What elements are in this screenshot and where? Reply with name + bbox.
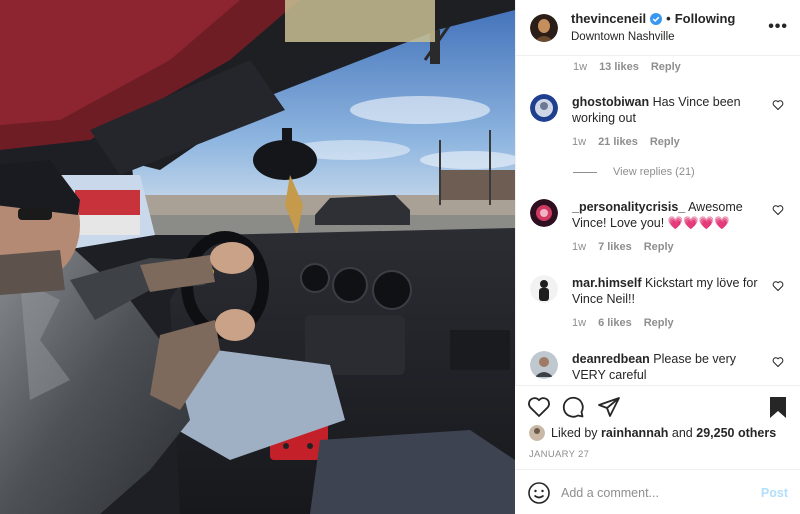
comment-time: 1w [572, 241, 587, 253]
comment-username[interactable]: deanredbean [572, 352, 650, 366]
add-comment-bar: Post [515, 469, 800, 514]
view-replies-line [573, 171, 597, 173]
comment-avatar[interactable] [530, 199, 558, 227]
photo-car-interior [0, 0, 515, 514]
comment-username[interactable]: mar.himself [572, 276, 641, 290]
more-options-icon[interactable]: ••• [768, 18, 788, 36]
comment-avatar[interactable] [530, 275, 558, 303]
post-header: thevinceneil • Following Downtown Nashvi… [516, 0, 800, 56]
liked-by-others[interactable]: 29,250 others [696, 426, 776, 440]
emoji-picker-icon[interactable] [527, 481, 551, 505]
comment-avatar[interactable] [530, 351, 558, 379]
add-comment-input[interactable] [561, 485, 741, 500]
comment-likes[interactable]: 13 likes [599, 61, 639, 73]
comment-likes[interactable]: 21 likes [598, 136, 638, 148]
comment-meta: 1w 6 likes Reply [572, 317, 772, 329]
post-actions-section: Liked by rainhannah and 29,250 others JA… [515, 385, 800, 514]
author-avatar[interactable] [530, 13, 558, 42]
comment-likes[interactable]: 7 likes [598, 241, 632, 253]
header-separator: • [666, 10, 671, 26]
comment-username[interactable]: _personalitycrisis_ [572, 200, 685, 214]
view-replies-button[interactable]: View replies (21) [573, 166, 695, 178]
comment-like-heart-icon[interactable] [772, 203, 784, 216]
comment-bubble-icon[interactable] [561, 395, 585, 419]
comment-meta: 1w 21 likes Reply [572, 136, 772, 148]
comment-username[interactable]: ghostobiwan [572, 95, 649, 109]
share-send-icon[interactable] [597, 395, 621, 419]
liked-by-user[interactable]: rainhannah [601, 426, 668, 440]
liked-by-prefix: Liked by [551, 426, 598, 440]
liker-avatar[interactable] [529, 425, 545, 441]
likes-summary: Liked by rainhannah and 29,250 others [529, 425, 776, 441]
comment-like-heart-icon[interactable] [772, 355, 784, 368]
comment-time: 1w [572, 317, 587, 329]
comment-reply-button[interactable]: Reply [644, 241, 674, 253]
post-location[interactable]: Downtown Nashville [571, 29, 735, 45]
comment-like-heart-icon[interactable] [772, 98, 784, 111]
comment-time: 1w [572, 136, 587, 148]
comment-item: ghostobiwan Has Vince been working out 1… [530, 94, 786, 148]
like-heart-icon[interactable] [527, 395, 551, 419]
post-photo[interactable] [0, 0, 515, 514]
liked-by-and: and [671, 426, 693, 440]
comment-reply-button[interactable]: Reply [651, 61, 681, 73]
comment-item: mar.himself Kickstart my löve for Vince … [530, 275, 786, 329]
comment-item: _personalitycrisis_ Awesome Vince! Love … [530, 199, 786, 253]
comment-meta: 1w 13 likes Reply [573, 61, 681, 73]
comment-like-heart-icon[interactable] [772, 279, 784, 292]
comment-meta: 1w 7 likes Reply [572, 241, 772, 253]
verified-badge-icon [650, 12, 663, 25]
view-replies-label[interactable]: View replies (21) [613, 166, 695, 178]
post-comment-button[interactable]: Post [761, 486, 788, 500]
comment-reply-button[interactable]: Reply [650, 136, 680, 148]
following-button[interactable]: Following [675, 11, 736, 27]
author-username[interactable]: thevinceneil [571, 11, 646, 27]
comment-reply-button[interactable]: Reply [644, 317, 674, 329]
post-date[interactable]: JANUARY 27 [529, 449, 589, 460]
comment-item: deanredbean Please be very VERY careful [530, 351, 786, 383]
comment-time: 1w [573, 61, 588, 73]
comment-likes[interactable]: 6 likes [598, 317, 632, 329]
comment-avatar[interactable] [530, 94, 558, 122]
save-bookmark-icon[interactable] [766, 395, 790, 419]
